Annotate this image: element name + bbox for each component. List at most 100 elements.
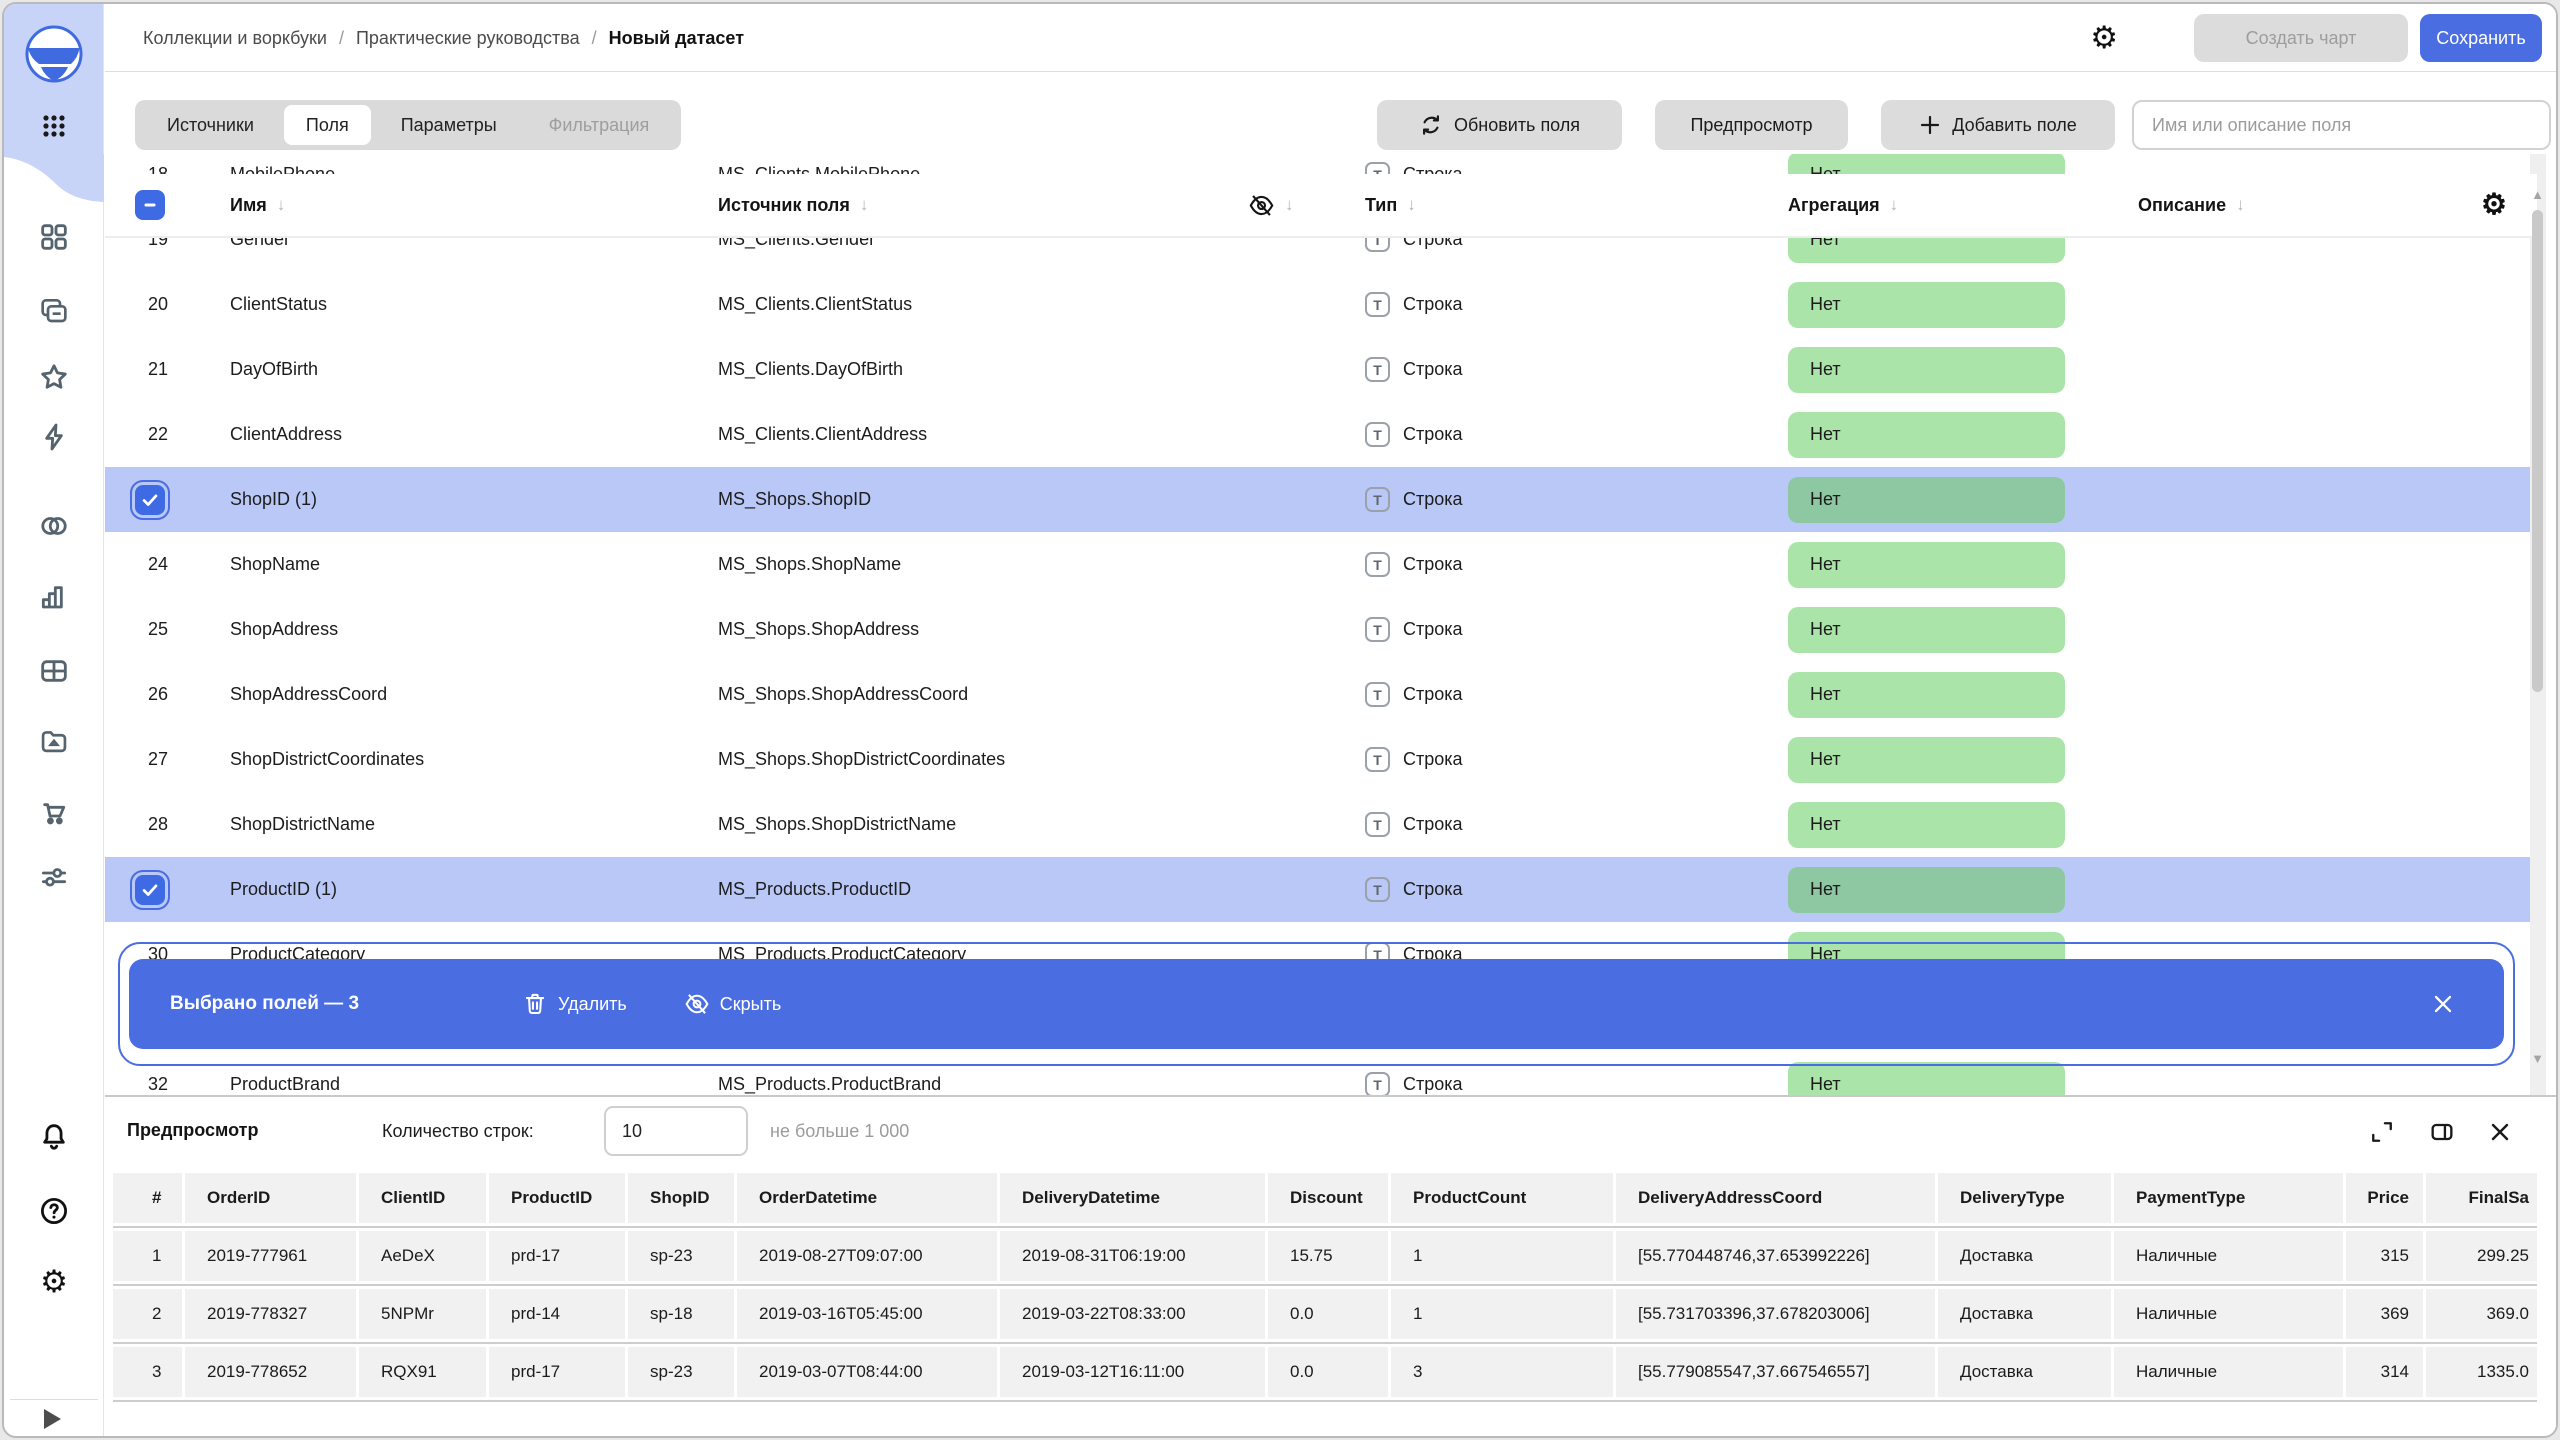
field-name[interactable]: ShopDistrictCoordinates [230, 749, 718, 770]
row-checkbox-checked[interactable] [135, 485, 165, 515]
field-row[interactable]: 22ClientAddressMS_Clients.ClientAddressT… [105, 402, 2537, 467]
aggregation-select[interactable]: Нет [1788, 737, 2065, 783]
field-type[interactable]: TСтрока [1333, 357, 1783, 382]
preview-close-icon[interactable] [2486, 1118, 2514, 1146]
dataset-settings-gear-icon[interactable]: ⚙ [2090, 22, 2118, 54]
dashboards-icon[interactable] [38, 655, 70, 687]
field-type[interactable]: TСтрока [1333, 812, 1783, 837]
field-type[interactable]: TСтрока [1333, 1072, 1783, 1095]
field-type[interactable]: TСтрока [1333, 552, 1783, 577]
preview-toggle-button[interactable]: Предпросмотр [1655, 100, 1848, 150]
row-select-cell[interactable]: 28 [105, 814, 230, 835]
row-select-cell[interactable]: 22 [105, 424, 230, 445]
header-name[interactable]: Имя↓ [230, 195, 718, 216]
row-select-cell[interactable]: 27 [105, 749, 230, 770]
banner-close-icon[interactable] [2430, 991, 2456, 1017]
field-row[interactable]: 25ShopAddressMS_Shops.ShopAddressTСтрока… [105, 597, 2537, 662]
aggregation-select[interactable]: Нет [1788, 347, 2065, 393]
field-type[interactable]: TСтрока [1333, 877, 1783, 902]
row-count-input[interactable] [604, 1106, 748, 1156]
favorites-star-icon[interactable] [38, 361, 70, 393]
tab-Параметры[interactable]: Параметры [375, 100, 523, 150]
aggregation-select[interactable]: Нет [1788, 802, 2065, 848]
field-row[interactable]: 21DayOfBirthMS_Clients.DayOfBirthTСтрока… [105, 337, 2537, 402]
field-type[interactable]: TСтрока [1333, 747, 1783, 772]
row-select-cell[interactable]: 24 [105, 554, 230, 575]
aggregation-select[interactable]: Нет [1788, 412, 2065, 458]
field-row[interactable]: 24ShopNameMS_Shops.ShopNameTСтрокаНет [105, 532, 2537, 597]
workbooks-icon[interactable] [38, 295, 70, 327]
field-name[interactable]: ClientStatus [230, 294, 718, 315]
help-icon[interactable] [38, 1195, 70, 1227]
field-row[interactable]: 28ShopDistrictNameMS_Shops.ShopDistrictN… [105, 792, 2537, 857]
field-name[interactable]: DayOfBirth [230, 359, 718, 380]
field-row[interactable]: ShopID (1)MS_Shops.ShopIDTСтрокаНет [105, 467, 2537, 532]
field-type[interactable]: TСтрока [1333, 487, 1783, 512]
apps-grid-icon[interactable] [38, 110, 70, 142]
functions-lightning-icon[interactable] [38, 421, 70, 453]
services-icon[interactable] [38, 221, 70, 253]
aggregation-select[interactable]: Нет [1788, 672, 2065, 718]
field-type[interactable]: TСтрока [1333, 422, 1783, 447]
aggregation-select[interactable]: Нет [1788, 282, 2065, 328]
hide-selected-button[interactable]: Скрыть [684, 991, 781, 1017]
create-chart-button[interactable]: Создать чарт [2194, 14, 2408, 62]
aggregation-select[interactable]: Нет [1788, 1062, 2065, 1096]
scroll-up-icon[interactable]: ▲ [2531, 188, 2544, 201]
storage-folder-icon[interactable] [38, 725, 70, 757]
row-select-cell[interactable] [105, 875, 230, 905]
sidebar-expand-icon[interactable] [44, 1409, 61, 1429]
header-source[interactable]: Источник поля↓ [718, 195, 1243, 216]
row-select-cell[interactable]: 21 [105, 359, 230, 380]
field-search-input[interactable] [2132, 100, 2551, 150]
tab-Фильтрация[interactable]: Фильтрация [523, 100, 676, 150]
refresh-fields-button[interactable]: Обновить поля [1377, 100, 1622, 150]
field-name[interactable]: ShopAddressCoord [230, 684, 718, 705]
select-all-checkbox[interactable] [135, 190, 165, 220]
field-row[interactable]: ProductID (1)MS_Products.ProductIDTСтрок… [105, 857, 2537, 922]
notifications-bell-icon[interactable] [38, 1121, 70, 1153]
tab-Поля[interactable]: Поля [284, 105, 371, 145]
row-select-cell[interactable]: 26 [105, 684, 230, 705]
row-checkbox-checked[interactable] [135, 875, 165, 905]
aggregation-select[interactable]: Нет [1788, 477, 2065, 523]
header-checkbox-cell[interactable] [105, 190, 230, 220]
row-select-cell[interactable]: 20 [105, 294, 230, 315]
datalens-logo-icon[interactable] [25, 25, 83, 83]
tab-Источники[interactable]: Источники [141, 100, 280, 150]
service-settings-sliders-icon[interactable] [38, 861, 70, 893]
breadcrumb-item[interactable]: Практические руководства [356, 28, 580, 49]
header-description[interactable]: Описание↓ [2133, 195, 2453, 216]
aggregation-select[interactable]: Нет [1788, 542, 2065, 588]
field-name[interactable]: ShopAddress [230, 619, 718, 640]
field-name[interactable]: ProductID (1) [230, 879, 718, 900]
breadcrumb-item[interactable]: Коллекции и воркбуки [143, 28, 327, 49]
field-name[interactable]: ProductBrand [230, 1074, 718, 1095]
field-name[interactable]: ShopName [230, 554, 718, 575]
header-hidden[interactable]: ↓ [1243, 192, 1333, 219]
field-type[interactable]: TСтрока [1333, 682, 1783, 707]
charts-icon[interactable] [38, 581, 70, 613]
marketplace-cart-icon[interactable] [38, 796, 70, 828]
header-type[interactable]: Тип↓ [1333, 195, 1783, 216]
field-row[interactable]: 27ShopDistrictCoordinatesMS_Shops.ShopDi… [105, 727, 2537, 792]
field-name[interactable]: ShopID (1) [230, 489, 718, 510]
settings-gear-icon[interactable]: ⚙ [38, 1266, 70, 1298]
columns-gear-icon[interactable]: ⚙ [2481, 190, 2507, 220]
field-name[interactable]: ShopDistrictName [230, 814, 718, 835]
header-aggregation[interactable]: Агрегация↓ [1783, 195, 2133, 216]
breadcrumb-item[interactable]: Новый датасет [609, 28, 744, 49]
field-type[interactable]: TСтрока [1333, 292, 1783, 317]
field-row[interactable]: 20ClientStatusMS_Clients.ClientStatusTСт… [105, 272, 2537, 337]
datasets-icon[interactable] [38, 510, 70, 542]
delete-selected-button[interactable]: Удалить [522, 991, 627, 1017]
row-select-cell[interactable]: 25 [105, 619, 230, 640]
row-select-cell[interactable] [105, 485, 230, 515]
scroll-down-icon[interactable]: ▼ [2531, 1052, 2544, 1065]
preview-split-view-icon[interactable] [2428, 1118, 2456, 1146]
field-row[interactable]: 26ShopAddressCoordMS_Shops.ShopAddressCo… [105, 662, 2537, 727]
field-name[interactable]: ClientAddress [230, 424, 718, 445]
save-button[interactable]: Сохранить [2420, 14, 2542, 62]
aggregation-select[interactable]: Нет [1788, 867, 2065, 913]
row-select-cell[interactable]: 32 [105, 1074, 230, 1095]
